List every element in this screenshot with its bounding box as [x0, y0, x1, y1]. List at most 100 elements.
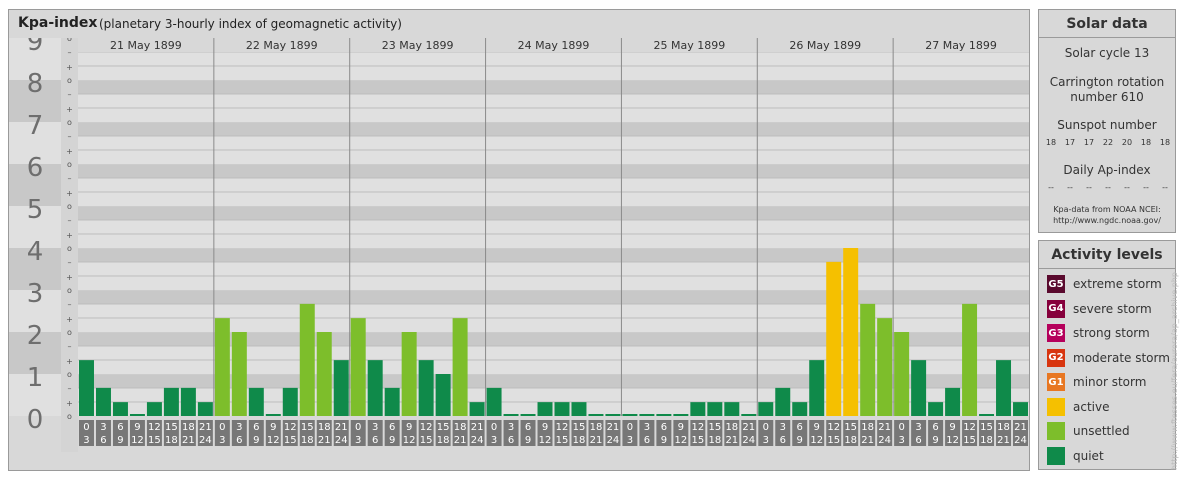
kpa-bar [248, 387, 264, 416]
interval-end-label: 9 [797, 435, 803, 446]
interval-end-label: 15 [691, 435, 704, 446]
interval-end-label: 18 [437, 435, 450, 446]
interval-start-label: 18 [725, 422, 738, 433]
level-band-upper [78, 206, 1029, 220]
interval-start-label: 18 [318, 422, 331, 433]
interval-end-label: 9 [117, 435, 123, 446]
interval-start-label: 18 [590, 422, 603, 433]
legend-item-strong-storm: G3 strong storm [1047, 324, 1150, 342]
y-subtick-label: – [68, 300, 72, 309]
interval-end-label: 24 [607, 435, 620, 446]
y-subtick-label: – [68, 384, 72, 393]
interval-end-label: 9 [389, 435, 395, 446]
kpa-bar [911, 360, 927, 416]
kpa-bar [180, 387, 196, 416]
day-date-label: 25 May 1899 [653, 39, 725, 52]
interval-start-label: 21 [878, 422, 891, 433]
kpa-bar [435, 374, 451, 416]
y-subtick-label: – [68, 48, 72, 57]
kpa-bar [367, 360, 383, 416]
kpa-bar [112, 402, 128, 416]
interval-end-label: 15 [148, 435, 161, 446]
level-band-upper [78, 164, 1029, 178]
kpa-bar [843, 248, 859, 416]
interval-start-label: 6 [932, 422, 938, 433]
sunspot-value: 17 [1064, 138, 1076, 147]
interval-end-label: 24 [1014, 435, 1027, 446]
interval-end-label: 6 [508, 435, 514, 446]
legend-label: active [1073, 399, 1110, 414]
kpa-bar [860, 303, 876, 416]
sunspot-value: 18 [1159, 138, 1171, 147]
kpa-bar [129, 414, 145, 416]
kpa-bar [146, 402, 162, 416]
interval-start-label: 3 [236, 422, 242, 433]
kpa-bar [877, 318, 893, 416]
interval-end-label: 18 [301, 435, 314, 446]
legend-label: moderate storm [1073, 350, 1170, 365]
legend-item-unsettled: unsettled [1047, 422, 1130, 440]
y-subtick-label: – [68, 174, 72, 183]
day-date-label: 23 May 1899 [382, 39, 454, 52]
y-subtick-label: o [67, 328, 72, 337]
interval-start-label: 21 [742, 422, 755, 433]
legend-item-severe-storm: G4 severe storm [1047, 299, 1152, 318]
kpa-bar [945, 387, 961, 416]
y-subtick-label: + [66, 315, 73, 324]
interval-end-label: 3 [898, 435, 904, 446]
y-subtick-label: – [68, 342, 72, 351]
kpa-bar [894, 332, 910, 416]
kpa-bar [418, 360, 434, 416]
interval-end-label: 21 [318, 435, 331, 446]
y-subtick-label: + [66, 273, 73, 282]
y-subtick-label: o [67, 38, 72, 43]
legend-label: quiet [1073, 448, 1104, 463]
interval-start-label: 0 [898, 422, 904, 433]
kpa-bar [537, 402, 553, 416]
y-tick-label: 1 [27, 363, 44, 393]
kpa-bar [282, 387, 298, 416]
y-subtick-label: + [66, 105, 73, 114]
source-watermark: http://www.ftesses.eu/fera/aurora/ap_arc… [1170, 272, 1179, 470]
interval-end-label: 6 [100, 435, 106, 446]
data-credit-link[interactable]: http://www.ngdc.noaa.gov/ [1039, 215, 1175, 226]
sunspot-value: 17 [1083, 138, 1095, 147]
kpa-bar [214, 318, 230, 416]
interval-end-label: 15 [420, 435, 433, 446]
ap-value: -- [1086, 183, 1092, 192]
y-subtick-label: o [67, 160, 72, 169]
kpa-bar [571, 402, 587, 416]
interval-start-label: 12 [556, 422, 569, 433]
interval-start-label: 9 [949, 422, 955, 433]
kpa-bar [554, 402, 570, 416]
ap-value: -- [1105, 183, 1111, 192]
kpa-bar [469, 402, 485, 416]
kpa-bar [622, 414, 638, 416]
kpa-bar [792, 402, 808, 416]
kpa-bar [384, 387, 400, 416]
day-date-label: 21 May 1899 [110, 39, 182, 52]
g2-badge-icon: G2 [1047, 348, 1065, 367]
sunspot-values: 18 17 17 22 20 18 18 [1043, 138, 1173, 147]
chart-header: Kpa-index (planetary 3-hourly index of g… [9, 10, 1029, 39]
legend-label: severe storm [1073, 301, 1152, 316]
interval-end-label: 9 [661, 435, 667, 446]
interval-end-label: 24 [335, 435, 348, 446]
kpa-bar [163, 387, 179, 416]
interval-end-label: 6 [915, 435, 921, 446]
y-subtick-label: o [67, 286, 72, 295]
interval-end-label: 6 [780, 435, 786, 446]
y-subtick-label: o [67, 412, 72, 421]
ap-values: -- -- -- -- -- -- -- [1043, 183, 1173, 192]
kpa-bar [724, 402, 740, 416]
kpa-bar [639, 414, 655, 416]
kpa-bar [690, 402, 706, 416]
interval-end-label: 15 [556, 435, 569, 446]
kpa-bar [775, 387, 791, 416]
interval-end-label: 12 [674, 435, 687, 446]
y-subtick-label: o [67, 76, 72, 85]
interval-end-label: 15 [284, 435, 297, 446]
interval-start-label: 18 [861, 422, 874, 433]
interval-start-label: 6 [525, 422, 531, 433]
chart-subtitle: (planetary 3-hourly index of geomagnetic… [99, 17, 402, 31]
